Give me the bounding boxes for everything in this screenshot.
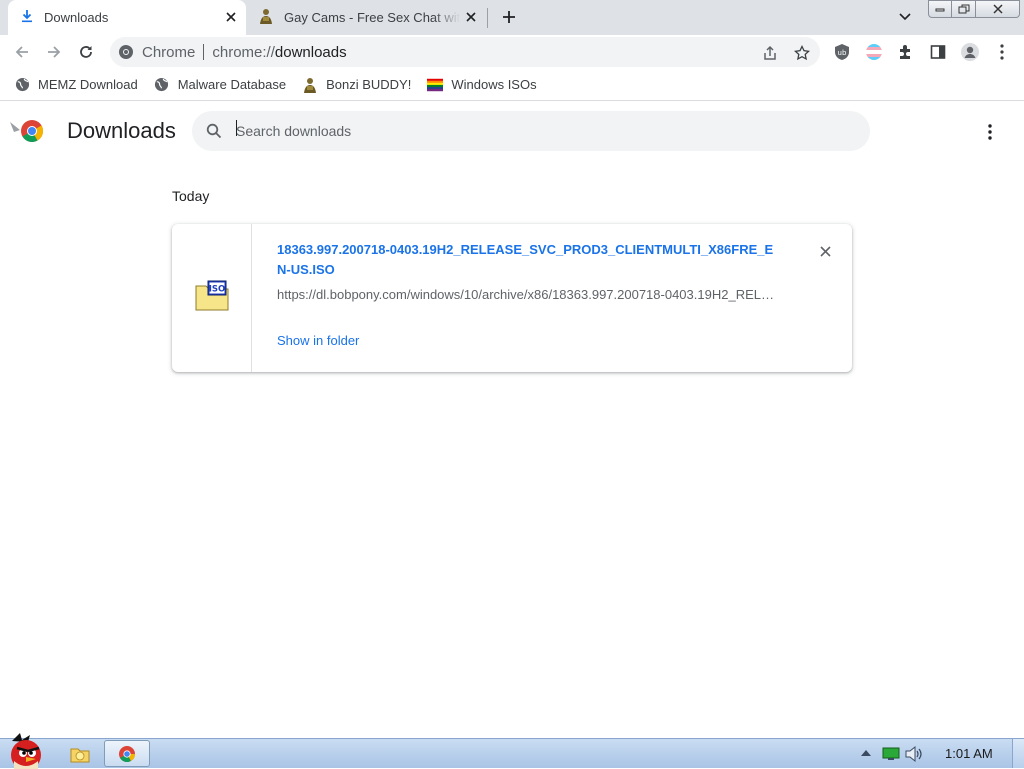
trans-flag-extension-button[interactable] <box>863 41 885 63</box>
window-controls <box>928 0 1020 18</box>
ublock-extension-button[interactable]: ub <box>831 41 853 63</box>
file-source-url[interactable]: https://dl.bobpony.com/windows/10/archiv… <box>277 287 777 302</box>
share-icon <box>764 45 776 60</box>
search-input[interactable] <box>236 123 796 139</box>
bookmark-windows-isos[interactable]: Windows ISOs <box>427 77 537 93</box>
reload-button[interactable] <box>73 39 99 65</box>
taskbar-clock[interactable]: 1:01 AM <box>945 746 993 761</box>
svg-text:ub: ub <box>838 49 847 57</box>
bookmark-bonzi-buddy[interactable]: Bonzi BUDDY! <box>302 77 411 93</box>
network-icon[interactable] <box>882 747 900 761</box>
tab-strip: Downloads Gay Cams - Free Sex Chat with <box>0 0 1024 35</box>
bookmark-label: MEMZ Download <box>38 77 138 92</box>
forward-button[interactable] <box>41 39 67 65</box>
taskbar: 1:01 AM <box>0 733 1024 769</box>
bookmarks-bar: MEMZ Download Malware Database Bonzi BUD… <box>0 69 1024 101</box>
arrow-left-icon <box>15 46 28 58</box>
file-name-link[interactable]: 18363.997.200718-0403.19H2_RELEASE_SVC_P… <box>277 240 777 280</box>
ublock-shield-icon: ub <box>835 44 849 60</box>
file-explorer-icon[interactable] <box>70 744 90 764</box>
reload-icon <box>80 46 92 58</box>
tab-downloads[interactable]: Downloads <box>8 0 246 35</box>
tab-gay-cams[interactable]: Gay Cams - Free Sex Chat with <box>250 0 486 35</box>
trans-flag-icon <box>866 44 882 60</box>
tab-title: Gay Cams - Free Sex Chat with <box>284 10 460 25</box>
globe-icon <box>154 77 170 93</box>
plus-icon <box>503 11 515 23</box>
chrome-logo-icon <box>10 120 43 142</box>
show-in-folder-link[interactable]: Show in folder <box>277 333 359 348</box>
start-button-angry-bird-icon[interactable] <box>4 731 50 769</box>
rainbow-flag-icon <box>427 77 444 93</box>
new-tab-button[interactable] <box>498 6 520 28</box>
restore-button[interactable] <box>952 0 976 18</box>
restore-icon <box>958 4 969 14</box>
avatar-icon <box>961 43 979 61</box>
tab-separator <box>487 8 488 28</box>
bookmark-star-button[interactable] <box>792 43 812 63</box>
bonzi-icon <box>258 8 274 27</box>
iso-label: ISO <box>209 285 226 295</box>
iso-file-icon: ISO <box>195 280 229 311</box>
omnibox-scheme-label: Chrome <box>142 43 196 61</box>
side-panel-icon <box>930 45 946 59</box>
page-title: Downloads <box>67 118 176 143</box>
tab-close-icon[interactable] <box>222 8 240 26</box>
bonzi-icon <box>302 77 318 93</box>
show-desktop-button[interactable] <box>1012 739 1024 768</box>
download-icon <box>20 9 34 26</box>
address-bar[interactable]: Chrome chrome://downloads <box>110 37 820 67</box>
tab-title: Downloads <box>44 10 109 25</box>
bookmark-label: Malware Database <box>177 77 287 92</box>
taskbar-chrome-button[interactable] <box>104 740 150 767</box>
close-icon <box>992 4 1003 14</box>
url-host: chrome:// <box>212 43 275 61</box>
arrow-right-icon <box>48 46 61 58</box>
close-window-button[interactable] <box>976 0 1020 18</box>
minimize-button[interactable] <box>928 0 952 18</box>
chrome-icon <box>119 45 133 59</box>
downloads-more-actions-button[interactable] <box>980 122 1000 142</box>
bookmark-malware-database[interactable]: Malware Database <box>154 77 286 93</box>
kebab-menu-icon <box>988 124 992 140</box>
downloads-page: Downloads Today ISO 18363.997.200718-040… <box>0 102 1024 738</box>
download-item: ISO 18363.997.200718-0403.19H2_RELEASE_S… <box>172 224 852 372</box>
tab-search-button[interactable] <box>894 7 916 27</box>
share-button[interactable] <box>760 43 780 63</box>
chevron-down-icon <box>899 13 911 21</box>
tab-close-icon[interactable] <box>462 8 480 26</box>
remove-download-button[interactable] <box>815 241 835 261</box>
profile-button[interactable] <box>959 41 981 63</box>
side-panel-button[interactable] <box>927 41 949 63</box>
file-icon-column: ISO <box>172 224 252 372</box>
omnibox-url[interactable]: chrome://downloads <box>212 44 346 61</box>
bookmark-memz-download[interactable]: MEMZ Download <box>14 77 138 93</box>
search-icon <box>204 121 224 141</box>
star-icon <box>794 45 810 61</box>
extensions-button[interactable] <box>895 41 917 63</box>
minimize-icon <box>935 8 945 12</box>
kebab-menu-icon <box>1000 44 1004 60</box>
chrome-menu-button[interactable] <box>991 41 1013 63</box>
chrome-icon <box>119 745 135 762</box>
bookmark-label: Windows ISOs <box>451 77 537 92</box>
browser-toolbar: Chrome chrome://downloads ub <box>0 35 1024 69</box>
back-button[interactable] <box>9 39 35 65</box>
text-cursor <box>236 120 237 136</box>
puzzle-icon <box>900 45 910 59</box>
url-path: downloads <box>274 43 347 61</box>
close-icon <box>819 245 831 257</box>
omnibox-divider <box>203 44 205 60</box>
show-hidden-icons-icon[interactable] <box>860 748 872 758</box>
globe-icon <box>14 77 30 93</box>
bookmark-label: Bonzi BUDDY! <box>326 77 412 92</box>
search-bar[interactable] <box>192 111 870 151</box>
volume-icon[interactable] <box>904 745 924 763</box>
date-group-header: Today <box>172 188 210 204</box>
